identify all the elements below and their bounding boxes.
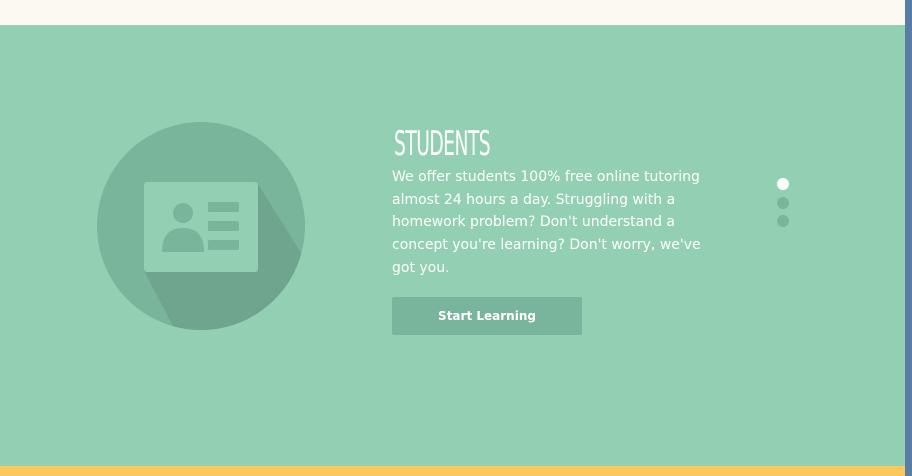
id-card-icon [97,122,305,330]
page: Students We offer students 100% free onl… [0,0,912,476]
start-learning-button[interactable]: Start Learning [392,297,582,335]
next-section-band [0,466,905,476]
slide-dot-2[interactable] [777,196,789,209]
slide-dot-1[interactable] [777,178,789,190]
slide-description: We offer students 100% free online tutor… [392,169,701,276]
right-edge-border [905,0,912,476]
slide-title: Students [394,124,491,164]
top-navigation-bar [0,0,905,25]
slide-pagination [777,178,789,234]
slide-dot-3[interactable] [777,215,789,227]
